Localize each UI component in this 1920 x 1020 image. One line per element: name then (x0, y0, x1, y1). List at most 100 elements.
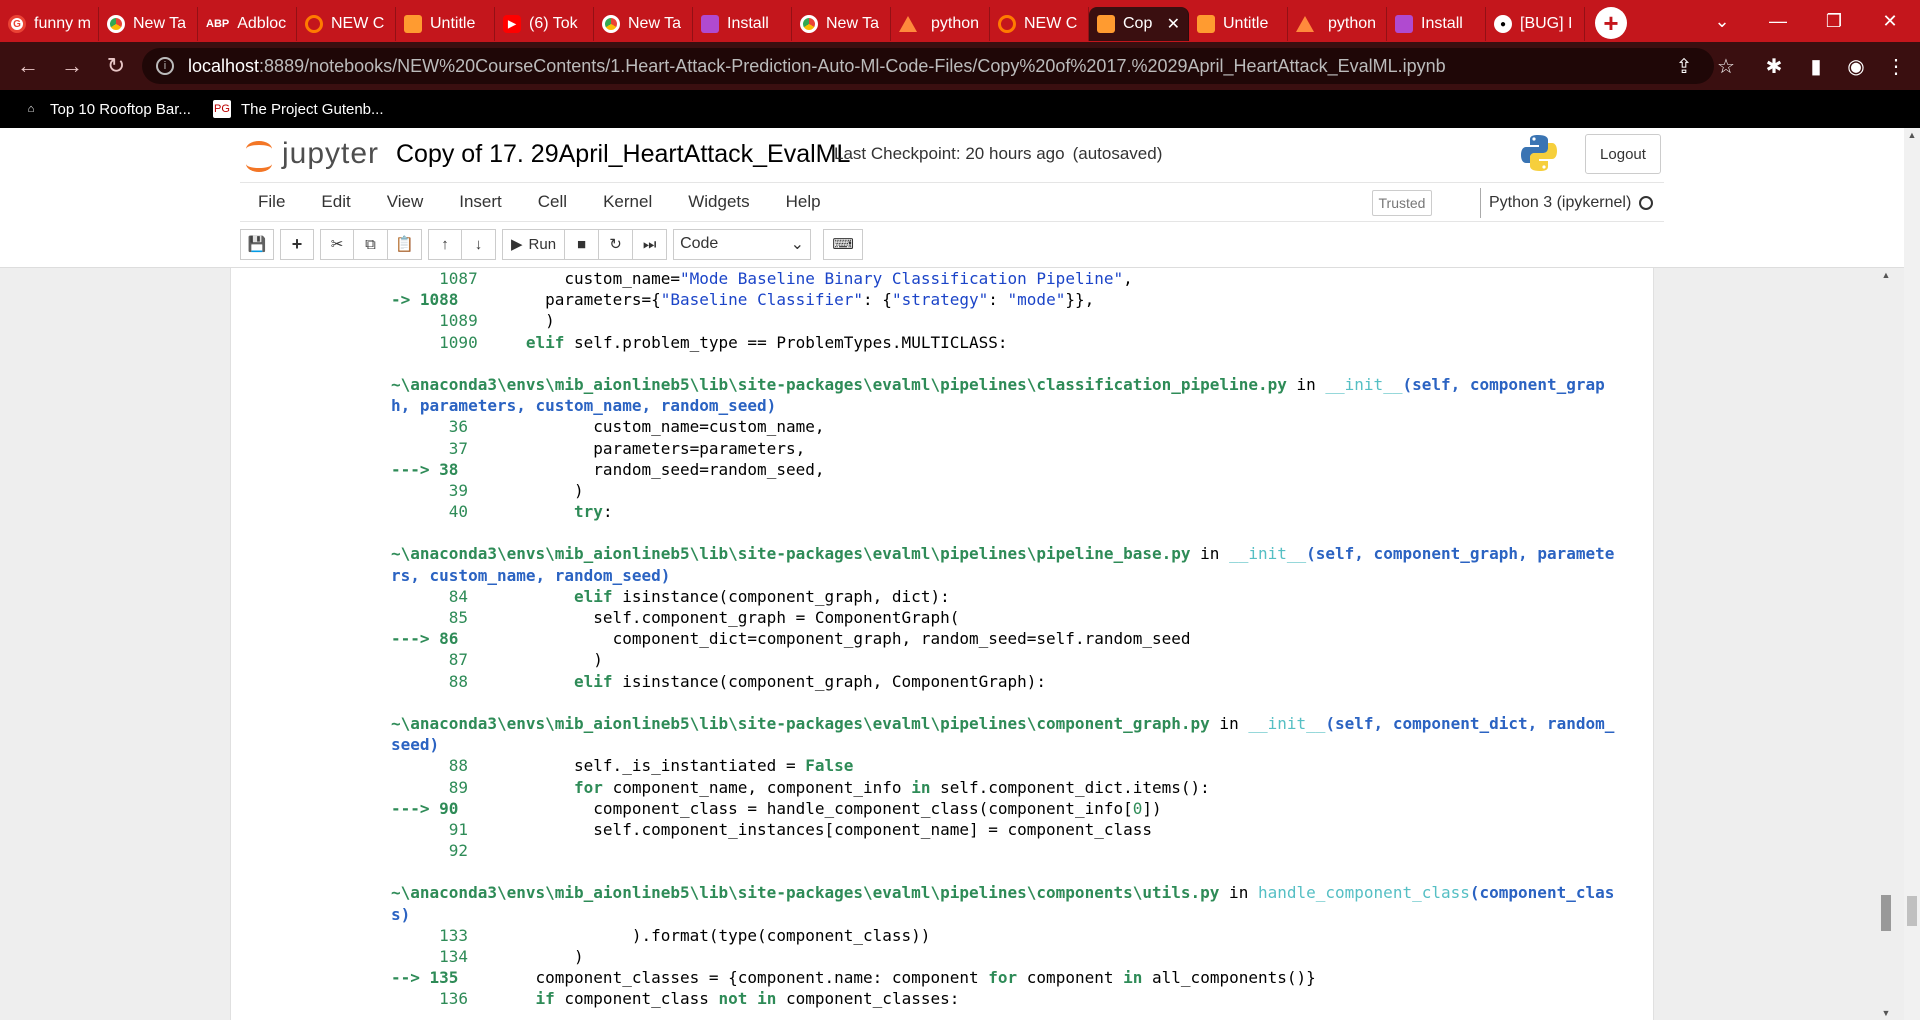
triangle-icon (899, 16, 917, 32)
fast-forward-icon[interactable]: ⏭ (633, 228, 668, 260)
code-line: 1087 custom_name="Mode Baseline Binary C… (391, 269, 1133, 288)
code-line: 37 parameters=parameters, (391, 438, 806, 458)
notebook-area: 1087 custom_name="Mode Baseline Binary C… (0, 268, 1904, 1020)
menu-widgets[interactable]: Widgets (670, 192, 767, 212)
browser-tab[interactable]: python (891, 7, 990, 41)
bookmark-item[interactable]: ⌂ Top 10 Rooftop Bar... (22, 100, 191, 118)
browser-tab[interactable]: Untitle (396, 7, 495, 41)
minimize-icon[interactable]: — (1750, 0, 1806, 42)
cut-icon[interactable]: ✂ (320, 228, 354, 260)
code-line: 40 try: (391, 502, 613, 522)
code-line: ---> 38 random_seed=random_seed, (391, 459, 825, 479)
browser-tab[interactable]: ▶ (6) Tok (495, 7, 594, 41)
browser-tab[interactable]: Install (1387, 7, 1486, 41)
globe-icon: ⌂ (27, 103, 35, 115)
menu-kebab-icon[interactable]: ⋮ (1880, 50, 1912, 82)
star-icon[interactable]: ☆ (1710, 50, 1742, 82)
adblock-icon: ABP (206, 18, 230, 30)
move-down-icon[interactable]: ↓ (462, 228, 496, 260)
forward-icon[interactable]: → (52, 46, 92, 86)
move-up-icon[interactable]: ↑ (428, 228, 462, 260)
browser-tab[interactable]: ● [BUG] I (1486, 7, 1585, 41)
new-tab-button[interactable]: + (1595, 7, 1627, 39)
tab-search-icon[interactable]: ⌄ (1694, 0, 1750, 42)
browser-tab[interactable]: NEW C (297, 7, 396, 41)
notebook-title[interactable]: Copy of 17. 29April_HeartAttack_EvalML (396, 140, 850, 169)
browser-tab[interactable]: Install (693, 7, 792, 41)
logout-button[interactable]: Logout (1585, 134, 1661, 174)
close-window-icon[interactable]: ✕ (1862, 0, 1918, 42)
menu-view[interactable]: View (369, 192, 442, 212)
kernel-indicator[interactable]: Python 3 (ipykernel) (1480, 188, 1654, 218)
bookmark-item[interactable]: PG The Project Gutenb... (212, 100, 384, 118)
code-line: 134 ) (391, 947, 584, 966)
page-scrollbar[interactable]: ▲ (1904, 128, 1920, 1020)
code-line: 1090 elif self.problem_type == ProblemTy… (391, 332, 1008, 352)
jupyter-logo[interactable]: jupyter (244, 136, 379, 172)
jupyter-header: jupyter Copy of 17. 29April_HeartAttack_… (0, 128, 1904, 268)
code-line: 88 self._is_instantiated = False (391, 756, 854, 776)
keyboard-icon[interactable]: ⌨ (823, 228, 864, 260)
menu-bar: File Edit View Insert Cell Kernel Widget… (240, 182, 1664, 222)
pg-icon (701, 15, 719, 33)
menu-insert[interactable]: Insert (441, 192, 520, 212)
share-icon[interactable]: ⇪ (1668, 50, 1700, 82)
insert-cell-icon[interactable]: + (280, 228, 314, 260)
close-icon[interactable]: ✕ (1167, 14, 1180, 34)
browser-tab[interactable]: New Ta (792, 7, 891, 41)
reload-icon[interactable]: ↻ (96, 46, 136, 86)
copy-icon[interactable]: ⧉ (354, 228, 388, 260)
back-icon[interactable]: ← (8, 46, 48, 86)
bookmarks-bar: ⌂ Top 10 Rooftop Bar... PG The Project Gut… (0, 90, 1920, 128)
browser-toolbar: ← → ↻ i localhost:8889/notebooks/NEW%20C… (0, 42, 1920, 90)
checkpoint-status: Last Checkpoint: 20 hours ago (autosaved) (834, 144, 1163, 163)
extensions-icon[interactable]: ✱ (1758, 50, 1790, 82)
chrome-icon (800, 15, 818, 33)
restore-icon[interactable]: ❐ (1806, 0, 1862, 42)
browser-tab-bar: Gfunny m New Ta ABP Adbloc NEW C Untitle … (0, 0, 1920, 42)
menu-cell[interactable]: Cell (520, 192, 585, 212)
traceback-frame-header: seed) (391, 735, 440, 755)
restart-icon[interactable]: ↻ (599, 228, 634, 260)
menu-edit[interactable]: Edit (303, 192, 368, 212)
code-line: 88 elif isinstance(component_graph, Comp… (391, 671, 1047, 691)
output-cell: 1087 custom_name="Mode Baseline Binary C… (230, 268, 1654, 1020)
menu-help[interactable]: Help (768, 192, 839, 212)
browser-tab[interactable]: NEW C (990, 7, 1089, 41)
scroll-up-icon[interactable]: ▲ (1879, 270, 1893, 280)
code-line: 36 custom_name=custom_name, (391, 417, 825, 437)
browser-tab[interactable]: Untitle (1189, 7, 1288, 41)
browser-tab[interactable]: New Ta (594, 7, 693, 41)
save-icon[interactable]: 💾 (240, 228, 274, 260)
browser-tab[interactable]: New Ta (99, 7, 198, 41)
scroll-thumb[interactable] (1907, 896, 1917, 926)
browser-tab[interactable]: python (1288, 7, 1387, 41)
traceback-frame-header: ~\anaconda3\envs\mib_aionlineb5\lib\site… (391, 374, 1605, 394)
output-scrollbar[interactable]: ▲ ▼ (1879, 268, 1893, 1020)
paste-icon[interactable]: 📋 (388, 228, 422, 260)
profile-avatar-icon[interactable]: ◉ (1840, 50, 1872, 82)
menu-file[interactable]: File (240, 192, 303, 212)
run-button[interactable]: ▶ Run (502, 228, 566, 260)
jupyter-logo-icon (244, 136, 274, 172)
ring-icon (998, 15, 1016, 33)
browser-tab-active[interactable]: Cop ✕ (1089, 7, 1189, 41)
scroll-down-icon[interactable]: ▼ (1879, 1008, 1893, 1018)
sidepanel-icon[interactable]: ▮ (1800, 50, 1832, 82)
pg-icon: PG (212, 100, 231, 118)
menu-kernel[interactable]: Kernel (585, 192, 670, 212)
info-icon[interactable]: i (156, 57, 174, 75)
code-line: 133 ).format(type(component_class)) (391, 925, 931, 945)
browser-tab[interactable]: Gfunny m (0, 7, 99, 41)
cell-type-select[interactable]: Code ⌄ (673, 228, 812, 260)
code-line: 91 self.component_instances[component_na… (391, 819, 1152, 839)
trusted-badge[interactable]: Trusted (1372, 190, 1432, 216)
code-line: -> 1088 parameters={"Baseline Classifier… (391, 290, 1095, 310)
scroll-thumb[interactable] (1881, 895, 1891, 931)
browser-tab[interactable]: ABP Adbloc (198, 7, 297, 41)
address-bar[interactable]: i localhost:8889/notebooks/NEW%20CourseC… (142, 48, 1714, 84)
stop-icon[interactable]: ■ (565, 228, 600, 260)
jupyter-doc-icon (1097, 15, 1115, 33)
code-line: 85 self.component_graph = ComponentGraph… (391, 608, 960, 627)
scroll-up-icon[interactable]: ▲ (1905, 130, 1919, 140)
